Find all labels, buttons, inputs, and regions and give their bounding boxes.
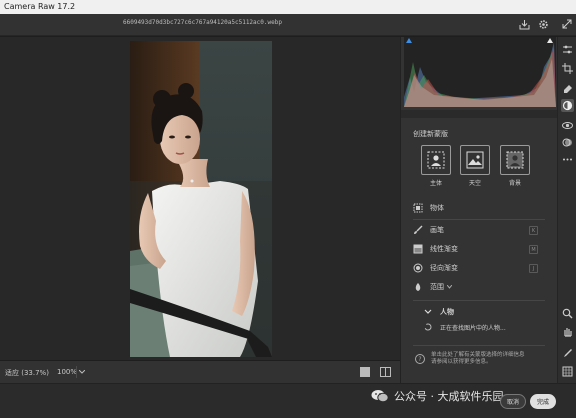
people-status-label: 正在查找图片中的人物... bbox=[440, 324, 506, 332]
mask-subject-label: 主体 bbox=[429, 180, 442, 187]
expand-icon[interactable] bbox=[560, 17, 574, 31]
presets-icon[interactable] bbox=[561, 136, 574, 149]
watermark: 公众号 · 大成软件乐园 bbox=[371, 388, 504, 404]
tool-brush-label: 画笔 bbox=[430, 226, 444, 234]
masking-icon[interactable] bbox=[561, 99, 574, 112]
fit-zoom-label[interactable]: 适应 (33.7%) bbox=[5, 368, 49, 378]
shadow-clip-icon[interactable] bbox=[406, 38, 412, 43]
info-text-line2: 请参阅以获得更多信息。 bbox=[431, 359, 492, 365]
info-icon: ? bbox=[415, 354, 425, 364]
tool-radial-shortcut: J bbox=[529, 264, 538, 273]
person-icon bbox=[427, 151, 445, 169]
mask-sky-button[interactable] bbox=[460, 145, 490, 175]
redeye-icon[interactable] bbox=[561, 119, 574, 132]
mask-background-label: 背景 bbox=[508, 180, 521, 187]
zoom-icon[interactable] bbox=[561, 307, 574, 320]
more-icon[interactable] bbox=[561, 153, 574, 166]
grid-icon[interactable] bbox=[561, 365, 574, 378]
histogram bbox=[404, 37, 556, 107]
people-header-label: 人物 bbox=[440, 308, 454, 316]
save-icon[interactable] bbox=[517, 17, 531, 31]
info-divider bbox=[413, 345, 545, 346]
mask-subject-button[interactable] bbox=[421, 145, 451, 175]
panel-separator bbox=[401, 110, 558, 118]
spinner-icon bbox=[423, 322, 433, 332]
eraser-icon[interactable] bbox=[561, 81, 574, 94]
object-select-icon bbox=[413, 203, 423, 213]
mask-background-button[interactable] bbox=[500, 145, 530, 175]
single-view-icon[interactable] bbox=[360, 367, 370, 377]
info-text-line1: 单击此处了解有关蒙版选择的详细信息 bbox=[431, 352, 525, 358]
crop-icon[interactable] bbox=[561, 62, 574, 75]
window-titlebar: Camera Raw 17.2 bbox=[0, 0, 576, 14]
top-toolbar: 6609493d70d3bc727c6c767a94120a5c5112ac0.… bbox=[0, 14, 576, 36]
portrait-photo bbox=[130, 41, 272, 357]
tool-linear-label: 线性渐变 bbox=[430, 245, 458, 253]
photo-preview[interactable] bbox=[130, 41, 272, 357]
done-label: 完成 bbox=[536, 399, 549, 406]
done-button[interactable]: 完成 bbox=[530, 394, 556, 409]
tool-linear-gradient[interactable]: 线性渐变 bbox=[413, 242, 458, 256]
tool-range-label: 范围 bbox=[430, 283, 444, 291]
masking-panel: 创建新蒙版 主体 天空 背景 物体 画笔 K 线性渐变 M 径向渐变 J 范围 … bbox=[400, 37, 558, 383]
compare-view-icon[interactable] bbox=[380, 367, 391, 377]
tool-brush-shortcut: K bbox=[529, 226, 538, 235]
app-title: Camera Raw 17.2 bbox=[4, 2, 76, 11]
highlight-clip-icon[interactable] bbox=[547, 38, 553, 43]
edit-sliders-icon[interactable] bbox=[561, 43, 574, 56]
tool-divider bbox=[413, 219, 545, 220]
background-icon bbox=[506, 151, 524, 169]
sky-icon bbox=[466, 151, 484, 169]
file-name: 6609493d70d3bc727c6c767a94120a5c5112ac0.… bbox=[123, 19, 282, 26]
range-icon bbox=[413, 282, 423, 292]
zoom-value[interactable]: 100% bbox=[57, 368, 77, 376]
chevron-down-icon bbox=[423, 307, 433, 317]
tool-brush[interactable]: 画笔 bbox=[413, 223, 444, 237]
tool-rail bbox=[557, 37, 576, 418]
tool-object-label: 物体 bbox=[430, 204, 444, 212]
info-text[interactable]: 单击此处了解有关蒙版选择的详细信息 请参阅以获得更多信息。 bbox=[431, 352, 546, 366]
tool-radial-label: 径向渐变 bbox=[430, 264, 458, 272]
radial-gradient-icon bbox=[413, 263, 423, 273]
canvas-bottom-bar: 适应 (33.7%) 100% bbox=[0, 361, 400, 383]
cancel-button[interactable]: 取消 bbox=[500, 394, 526, 409]
tool-linear-shortcut: M bbox=[529, 245, 538, 254]
people-status: 正在查找图片中的人物... bbox=[423, 320, 506, 334]
zoom-dropdown-icon[interactable] bbox=[76, 366, 86, 378]
wechat-logo-icon bbox=[371, 389, 389, 403]
tool-range[interactable]: 范围 bbox=[413, 280, 453, 294]
tool-radial-gradient[interactable]: 径向渐变 bbox=[413, 261, 458, 275]
linear-gradient-icon bbox=[413, 244, 423, 254]
sampler-icon[interactable] bbox=[561, 347, 574, 360]
create-mask-title: 创建新蒙版 bbox=[413, 130, 448, 138]
people-divider bbox=[413, 300, 545, 301]
watermark-text: 公众号 · 大成软件乐园 bbox=[394, 390, 504, 403]
gear-icon[interactable] bbox=[536, 17, 550, 31]
tool-object[interactable]: 物体 bbox=[413, 201, 444, 215]
range-dropdown-icon[interactable] bbox=[446, 283, 453, 291]
mask-sky-label: 天空 bbox=[468, 180, 481, 187]
brush-icon bbox=[413, 225, 423, 235]
cancel-label: 取消 bbox=[506, 399, 519, 406]
people-section-header[interactable]: 人物 bbox=[423, 305, 454, 319]
hand-icon[interactable] bbox=[561, 325, 574, 338]
